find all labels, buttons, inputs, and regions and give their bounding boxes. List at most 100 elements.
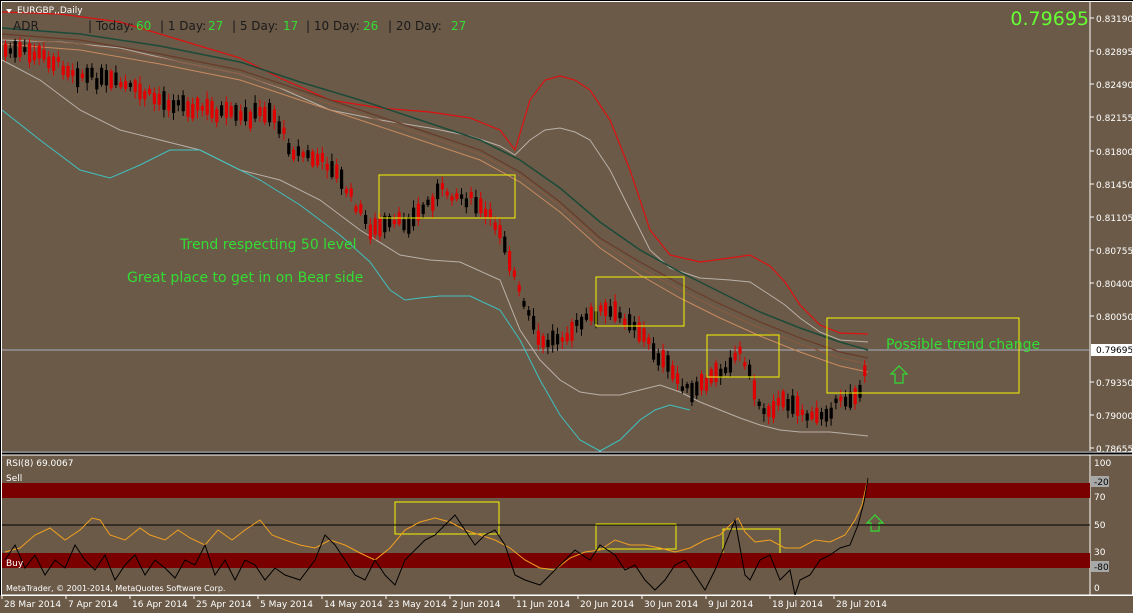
candle-body bbox=[512, 270, 516, 277]
candle-body bbox=[344, 189, 348, 194]
candle-body bbox=[196, 97, 200, 111]
candle-body bbox=[47, 56, 51, 69]
chart-canvas[interactable]: EURGBP,,Daily ADR | Today: 60 | 1 Day: 2… bbox=[0, 0, 1133, 613]
adr-1day-value: 27 bbox=[208, 19, 223, 33]
adr-today-label: | Today: bbox=[88, 19, 134, 33]
candle-body bbox=[306, 150, 310, 159]
candle-body bbox=[215, 109, 219, 123]
candle-body bbox=[752, 380, 756, 400]
candle-body bbox=[440, 183, 444, 190]
candle-body bbox=[335, 164, 339, 179]
adr-today-value: 60 bbox=[136, 19, 151, 33]
candle-body bbox=[143, 90, 147, 100]
date-axis-label: 7 Apr 2014 bbox=[68, 600, 118, 610]
candle-body bbox=[80, 73, 84, 78]
candle-body bbox=[642, 328, 646, 342]
candle-body bbox=[301, 152, 305, 158]
candle-body bbox=[685, 383, 689, 389]
candle-body bbox=[628, 314, 632, 331]
price-axis-label: 0.80050 bbox=[1096, 313, 1133, 323]
candle-body bbox=[623, 318, 627, 326]
candle-body bbox=[743, 362, 747, 367]
candle-body bbox=[738, 346, 742, 354]
candle-body bbox=[498, 225, 502, 239]
candle-body bbox=[704, 378, 708, 391]
date-axis-label: 20 Jun 2014 bbox=[580, 600, 634, 610]
candle-body bbox=[676, 373, 680, 384]
price-panel[interactable] bbox=[2, 2, 1090, 451]
candle-body bbox=[277, 121, 281, 134]
candle-body bbox=[479, 198, 483, 214]
candle-body bbox=[268, 102, 272, 123]
candle-body bbox=[829, 407, 833, 419]
date-axis-label: 5 May 2014 bbox=[260, 600, 313, 610]
candle-body bbox=[349, 188, 353, 197]
candle-body bbox=[748, 364, 752, 377]
candle-body bbox=[541, 335, 545, 348]
candle-body bbox=[757, 401, 761, 407]
price-axis-label: 0.79350 bbox=[1096, 379, 1133, 389]
price-axis-label: 0.82490 bbox=[1096, 81, 1133, 91]
candle-body bbox=[364, 214, 368, 224]
candle-body bbox=[666, 355, 670, 372]
candle-body bbox=[719, 368, 723, 378]
rsi-axis-label: 30 bbox=[1094, 548, 1106, 558]
rsi-title: RSI(8) 69.0067 bbox=[6, 459, 73, 469]
candle-body bbox=[373, 218, 377, 235]
price-axis-label: 0.81105 bbox=[1096, 214, 1133, 224]
candle-body bbox=[776, 397, 780, 406]
candle-body bbox=[90, 67, 94, 78]
candle-body bbox=[18, 42, 22, 57]
candle-body bbox=[848, 391, 852, 408]
candle-body bbox=[700, 373, 704, 391]
candle-body bbox=[287, 143, 291, 155]
price-axis-label: 0.78655 bbox=[1096, 445, 1133, 455]
date-axis-label: 14 May 2014 bbox=[324, 600, 383, 610]
candle-body bbox=[114, 72, 118, 86]
candle-body bbox=[282, 127, 286, 134]
candle-body bbox=[42, 49, 46, 60]
date-axis-label: 18 Jul 2014 bbox=[772, 600, 823, 610]
candle-body bbox=[503, 236, 507, 253]
adr-20day-value: 27 bbox=[451, 19, 466, 33]
date-axis-label: 16 Apr 2014 bbox=[132, 600, 188, 610]
candle-body bbox=[200, 106, 204, 111]
metatrader-chart-window: EURGBP,,Daily ADR | Today: 60 | 1 Day: 2… bbox=[0, 0, 1133, 613]
candle-body bbox=[656, 353, 660, 366]
candle-body bbox=[532, 315, 536, 330]
date-axis-label: 28 Mar 2014 bbox=[4, 600, 61, 610]
candle-body bbox=[368, 224, 372, 240]
candle-body bbox=[791, 395, 795, 414]
candle-body bbox=[575, 319, 579, 326]
candle-body bbox=[455, 193, 459, 200]
candle-body bbox=[32, 51, 36, 61]
candle-body bbox=[138, 83, 142, 100]
candle-body bbox=[23, 47, 27, 52]
candle-body bbox=[589, 307, 593, 321]
adr-5day-value: 17 bbox=[283, 19, 298, 33]
candle-body bbox=[426, 199, 430, 206]
candle-body bbox=[28, 43, 32, 63]
price-axis-label: 0.82155 bbox=[1096, 114, 1133, 124]
candle-body bbox=[258, 107, 262, 117]
candle-body bbox=[786, 399, 790, 411]
candle-body bbox=[517, 285, 521, 292]
candle-body bbox=[311, 151, 315, 167]
candle-body bbox=[133, 80, 137, 93]
rsi-buy-label: Buy bbox=[6, 559, 24, 569]
candle-body bbox=[551, 330, 555, 346]
adr-20day-label: | 20 Day: bbox=[388, 19, 442, 33]
candle-body bbox=[392, 220, 396, 225]
candle-body bbox=[244, 107, 248, 122]
candle-body bbox=[474, 197, 478, 214]
candle-body bbox=[229, 106, 233, 117]
date-axis-label: 25 Apr 2014 bbox=[196, 600, 252, 610]
candle-body bbox=[263, 107, 267, 123]
candle-body bbox=[8, 48, 12, 54]
annotation-trend-change: Possible trend change bbox=[886, 337, 1040, 353]
candle-body bbox=[359, 204, 363, 214]
candle-body bbox=[570, 322, 574, 341]
candle-body bbox=[186, 101, 190, 117]
candle-body bbox=[767, 405, 771, 417]
candle-body bbox=[805, 413, 809, 421]
